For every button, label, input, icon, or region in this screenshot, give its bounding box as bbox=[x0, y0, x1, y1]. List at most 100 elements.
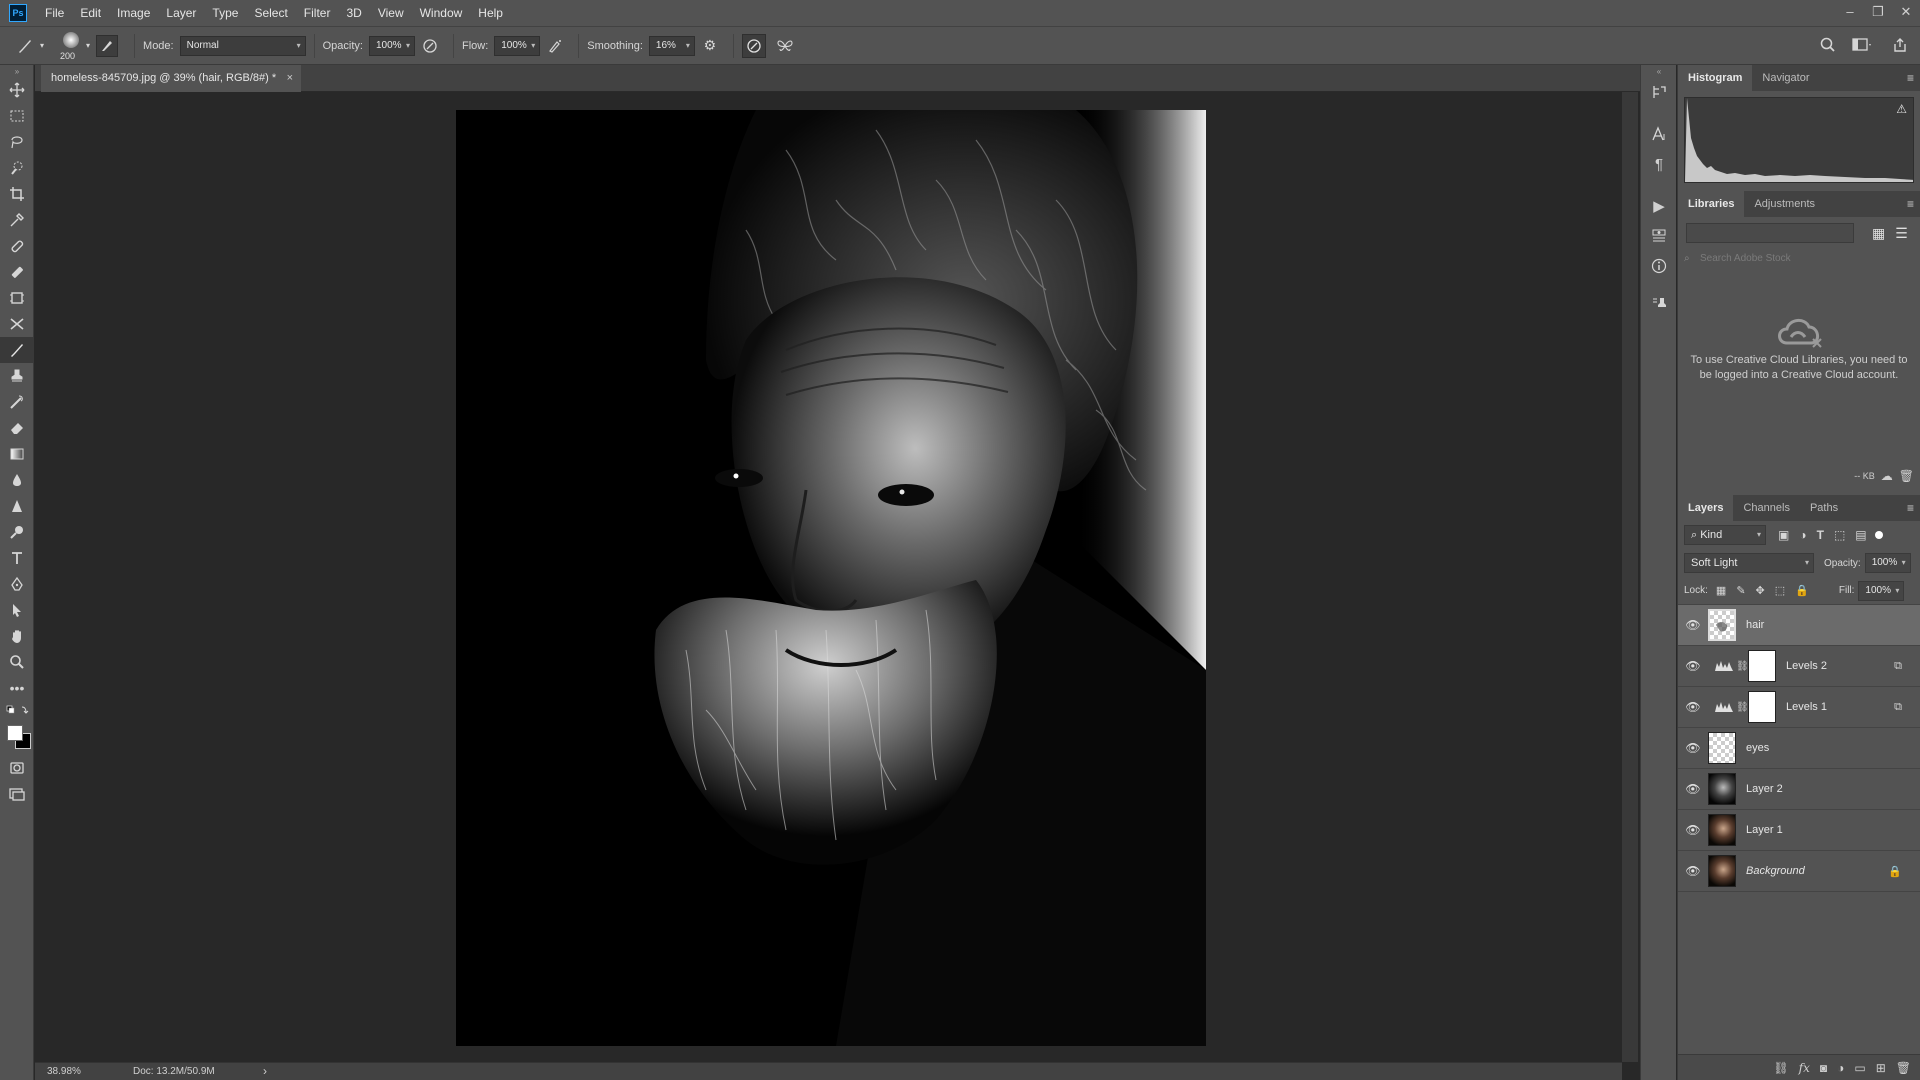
levels-adjustment-icon[interactable] bbox=[1712, 700, 1736, 715]
pressure-opacity-icon[interactable] bbox=[415, 38, 445, 54]
color-swatches[interactable] bbox=[0, 721, 34, 755]
layer-filter-select[interactable]: ⌕ Kind ▾ bbox=[1684, 525, 1766, 545]
zoom-level[interactable]: 38.98% bbox=[47, 1066, 81, 1077]
airbrush-icon[interactable] bbox=[540, 38, 570, 54]
tab-histogram[interactable]: Histogram bbox=[1678, 65, 1753, 91]
tab-layers[interactable]: Layers bbox=[1678, 495, 1734, 521]
adobe-stock-search[interactable]: ⌕ Search Adobe Stock bbox=[1684, 249, 1914, 269]
eye-icon[interactable]: 👁 bbox=[1678, 823, 1708, 837]
filter-shape-icon[interactable]: ⬚ bbox=[1834, 528, 1845, 542]
properties-icon[interactable] bbox=[1641, 221, 1677, 251]
lock-artboard-icon[interactable]: ⬚ bbox=[1775, 584, 1785, 597]
workspace-icon[interactable] bbox=[1852, 37, 1872, 53]
filter-pixel-icon[interactable]: ▣ bbox=[1778, 528, 1789, 542]
flow-field[interactable]: 100% ▾ bbox=[494, 35, 541, 56]
eye-icon[interactable]: 👁 bbox=[1678, 659, 1708, 673]
panel-menu-icon[interactable]: ≡ bbox=[1907, 495, 1914, 521]
smoothing-field[interactable]: 16% ▾ bbox=[648, 35, 695, 56]
tab-channels[interactable]: Channels bbox=[1733, 495, 1799, 521]
crop-tool-icon[interactable] bbox=[0, 181, 34, 207]
brush-settings-panel-icon[interactable] bbox=[96, 34, 119, 57]
tab-navigator[interactable]: Navigator bbox=[1752, 65, 1819, 91]
grid-view-icon[interactable]: ▦ bbox=[1872, 225, 1885, 242]
sync-cloud-icon[interactable]: ☁ bbox=[1881, 469, 1893, 483]
eraser-tool-icon[interactable] bbox=[0, 415, 34, 441]
move-tool-icon[interactable] bbox=[0, 77, 34, 103]
menu-help[interactable]: Help bbox=[470, 0, 511, 26]
layer-mask-thumbnail[interactable] bbox=[1748, 691, 1776, 723]
brush-size-picker[interactable]: 200 bbox=[56, 29, 86, 63]
symmetry-butterfly-icon[interactable] bbox=[770, 38, 800, 54]
new-layer-icon[interactable]: ⊞ bbox=[1876, 1061, 1886, 1075]
layer-row-layer-2[interactable]: 👁 Layer 2 bbox=[1678, 769, 1920, 810]
layer-row-background[interactable]: 👁 Background 🔒 bbox=[1678, 851, 1920, 892]
trash-icon[interactable]: 🗑 bbox=[1899, 469, 1914, 483]
menu-type[interactable]: Type bbox=[204, 0, 246, 26]
document-canvas-image[interactable] bbox=[456, 110, 1206, 1046]
pressure-size-icon[interactable] bbox=[741, 33, 766, 58]
tab-adjustments[interactable]: Adjustments bbox=[1744, 191, 1825, 217]
link-chain-icon[interactable]: ⛓ bbox=[1736, 661, 1749, 672]
layer-thumbnail[interactable] bbox=[1708, 732, 1736, 764]
filter-toggle-icon[interactable] bbox=[1874, 531, 1883, 539]
layer-name[interactable]: Levels 1 bbox=[1786, 701, 1827, 713]
layer-name[interactable]: eyes bbox=[1746, 742, 1769, 754]
lock-position-icon[interactable]: ✥ bbox=[1756, 584, 1765, 597]
frame-tool-icon[interactable] bbox=[0, 285, 34, 311]
layer-thumbnail[interactable] bbox=[1708, 814, 1736, 846]
chevron-down-icon[interactable]: ▾ bbox=[40, 41, 44, 50]
glyphs-stamp-icon[interactable] bbox=[1641, 289, 1677, 319]
gradient-tool-icon[interactable] bbox=[0, 441, 34, 467]
share-icon[interactable] bbox=[1892, 37, 1908, 53]
tab-libraries[interactable]: Libraries bbox=[1678, 191, 1745, 217]
brush-tool-preset-icon[interactable] bbox=[10, 37, 40, 55]
brush-tool-alt-icon[interactable] bbox=[0, 259, 34, 285]
search-icon[interactable] bbox=[1820, 37, 1836, 53]
menu-view[interactable]: View bbox=[370, 0, 412, 26]
pen-tool-icon[interactable] bbox=[0, 571, 34, 597]
collapse-dock-icon[interactable]: « bbox=[1641, 65, 1677, 77]
restore-icon[interactable]: ❐ bbox=[1864, 0, 1892, 26]
eye-icon[interactable]: 👁 bbox=[1678, 741, 1708, 755]
close-document-icon[interactable]: × bbox=[287, 65, 293, 92]
layer-name[interactable]: Levels 2 bbox=[1786, 660, 1827, 672]
levels-adjustment-icon[interactable] bbox=[1712, 659, 1736, 674]
layer-name[interactable]: Layer 1 bbox=[1746, 824, 1783, 836]
filter-adjustment-icon[interactable]: ◑ bbox=[1799, 528, 1806, 542]
adjustment-layer-icon[interactable]: ◑ bbox=[1837, 1061, 1844, 1075]
delete-layer-icon[interactable]: 🗑 bbox=[1896, 1061, 1911, 1075]
foreground-color-swatch[interactable] bbox=[7, 725, 23, 741]
gear-icon[interactable]: ⚙ bbox=[695, 37, 725, 54]
quick-mask-icon[interactable] bbox=[0, 755, 34, 781]
layer-name[interactable]: Background bbox=[1746, 865, 1805, 877]
lock-icon[interactable]: 🔒 bbox=[1888, 865, 1902, 878]
close-window-icon[interactable]: ✕ bbox=[1892, 0, 1920, 26]
clone-stamp-tool-icon[interactable] bbox=[0, 363, 34, 389]
cross-arrows-tool-icon[interactable] bbox=[0, 311, 34, 337]
filter-smart-object-icon[interactable]: ▤ bbox=[1855, 528, 1866, 542]
layer-mask-thumbnail[interactable] bbox=[1748, 650, 1776, 682]
layer-thumbnail[interactable] bbox=[1708, 773, 1736, 805]
dodge-tool-icon[interactable] bbox=[0, 519, 34, 545]
lasso-tool-icon[interactable] bbox=[0, 129, 34, 155]
mode-select[interactable]: Normal ▾ bbox=[179, 35, 306, 56]
menu-filter[interactable]: Filter bbox=[296, 0, 339, 26]
fill-field[interactable]: 100% ▾ bbox=[1858, 580, 1905, 601]
layer-opacity-field[interactable]: 100% ▾ bbox=[1864, 553, 1911, 573]
zoom-tool-icon[interactable] bbox=[0, 649, 34, 675]
eyedropper-tool-icon[interactable] bbox=[0, 207, 34, 233]
menu-edit[interactable]: Edit bbox=[72, 0, 109, 26]
opacity-field[interactable]: 100% ▾ bbox=[368, 35, 415, 56]
link-layers-icon[interactable]: ⛓ bbox=[1773, 1061, 1788, 1075]
lock-transparent-icon[interactable]: ▦ bbox=[1716, 584, 1726, 597]
layer-row-hair[interactable]: 👁 hair bbox=[1678, 605, 1920, 646]
sharpen-tool-icon[interactable] bbox=[0, 493, 34, 519]
eye-icon[interactable]: 👁 bbox=[1678, 782, 1708, 796]
type-tool-icon[interactable] bbox=[0, 545, 34, 571]
actions-play-icon[interactable]: ▶ bbox=[1641, 191, 1677, 221]
character-icon[interactable] bbox=[1641, 119, 1677, 149]
vertical-scrollbar[interactable] bbox=[1622, 92, 1638, 1062]
layer-row-eyes[interactable]: 👁 eyes bbox=[1678, 728, 1920, 769]
fx-icon[interactable]: fx bbox=[1799, 1061, 1810, 1075]
history-icon[interactable] bbox=[1641, 77, 1677, 107]
